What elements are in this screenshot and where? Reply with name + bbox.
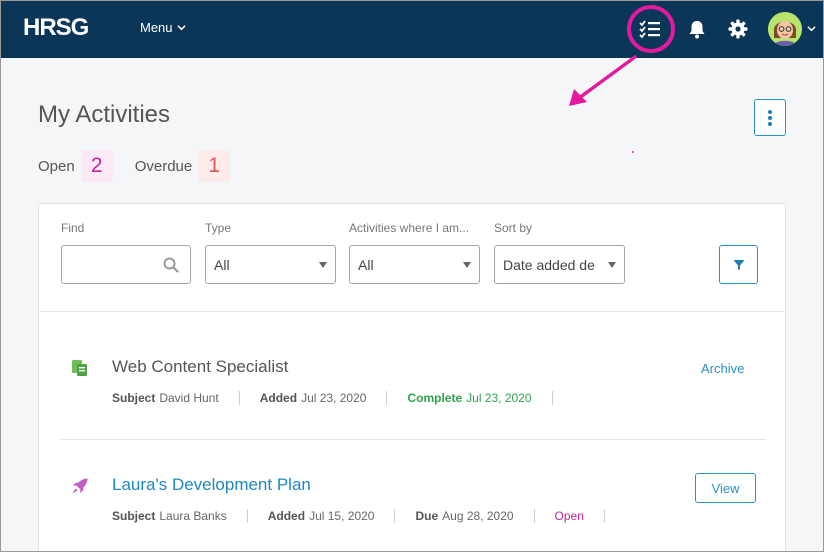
caret-down-icon (608, 262, 616, 268)
overdue-label: Overdue (134, 157, 193, 175)
filter-icon (733, 259, 744, 270)
find-label: Find (61, 221, 85, 235)
menu-button[interactable]: Menu (140, 20, 186, 35)
open-status: Open (554, 509, 584, 523)
sort-select[interactable]: Date added de (494, 245, 625, 284)
top-nav: HRSG Menu (1, 1, 823, 58)
subject: Subject Laura Banks (112, 509, 227, 523)
open-count-badge[interactable]: 2 (80, 150, 113, 182)
chevron-down-icon[interactable] (807, 24, 816, 33)
activity-row: Web Content Specialist Archive Subject Da… (39, 344, 785, 434)
role-label: Activities where I am... (349, 221, 470, 235)
view-button[interactable]: View (695, 473, 756, 503)
added-date: Added Jul 23, 2020 (259, 391, 367, 405)
filter-bar: Find Type All Activities where I am... A… (39, 204, 785, 312)
menu-label: Menu (140, 20, 173, 35)
subject: Subject David Hunt (112, 391, 219, 405)
caret-down-icon (319, 262, 327, 268)
activities-list-icon[interactable] (638, 17, 662, 41)
activities-card: Find Type All Activities where I am... A… (38, 203, 786, 551)
type-select[interactable]: All (205, 245, 336, 284)
activity-meta: Subject David Hunt Added Jul 23, 2020 Comp… (112, 391, 573, 405)
activity-title-link[interactable]: Laura's Development Plan (112, 475, 311, 495)
kebab-icon (768, 109, 772, 126)
activity-counts: Open 2 Overdue 1 (38, 150, 231, 182)
sort-label: Sort by (494, 221, 533, 235)
avatar[interactable] (768, 12, 802, 46)
added-date: Added Jul 15, 2020 (267, 509, 375, 523)
documents-icon (72, 360, 87, 376)
chevron-down-icon (176, 25, 186, 31)
complete-status: Complete Jul 23, 2020 (407, 391, 532, 405)
role-select[interactable]: All (349, 245, 480, 284)
activity-row: Laura's Development Plan View Subject Lau… (39, 462, 785, 551)
rocket-icon (72, 478, 88, 494)
more-options-button[interactable] (754, 99, 786, 136)
activity-meta: Subject Laura Banks Added Jul 15, 2020 Due… (112, 509, 625, 523)
divider (60, 439, 766, 440)
overdue-count-badge[interactable]: 1 (198, 150, 231, 182)
search-icon[interactable] (163, 257, 179, 273)
sort-value: Date added de (503, 256, 595, 273)
app-window: HRSG Menu My Activities Open 2 Overdue 1… (0, 0, 824, 552)
find-input[interactable] (61, 245, 191, 284)
type-value: All (214, 256, 230, 273)
annotation-arrow (569, 55, 637, 106)
archive-link[interactable]: Archive (701, 361, 744, 376)
logo[interactable]: HRSG (23, 14, 89, 42)
type-label: Type (205, 221, 232, 235)
page-title: My Activities (38, 101, 171, 128)
stray-dot (632, 151, 634, 153)
filter-button[interactable] (719, 245, 758, 284)
activity-title: Web Content Specialist (112, 357, 289, 376)
open-label: Open (38, 157, 75, 175)
caret-down-icon (463, 262, 471, 268)
role-value: All (358, 256, 374, 273)
due-date: Due Aug 28, 2020 (415, 509, 514, 523)
bell-icon[interactable] (685, 17, 709, 41)
gear-icon[interactable] (726, 17, 750, 41)
